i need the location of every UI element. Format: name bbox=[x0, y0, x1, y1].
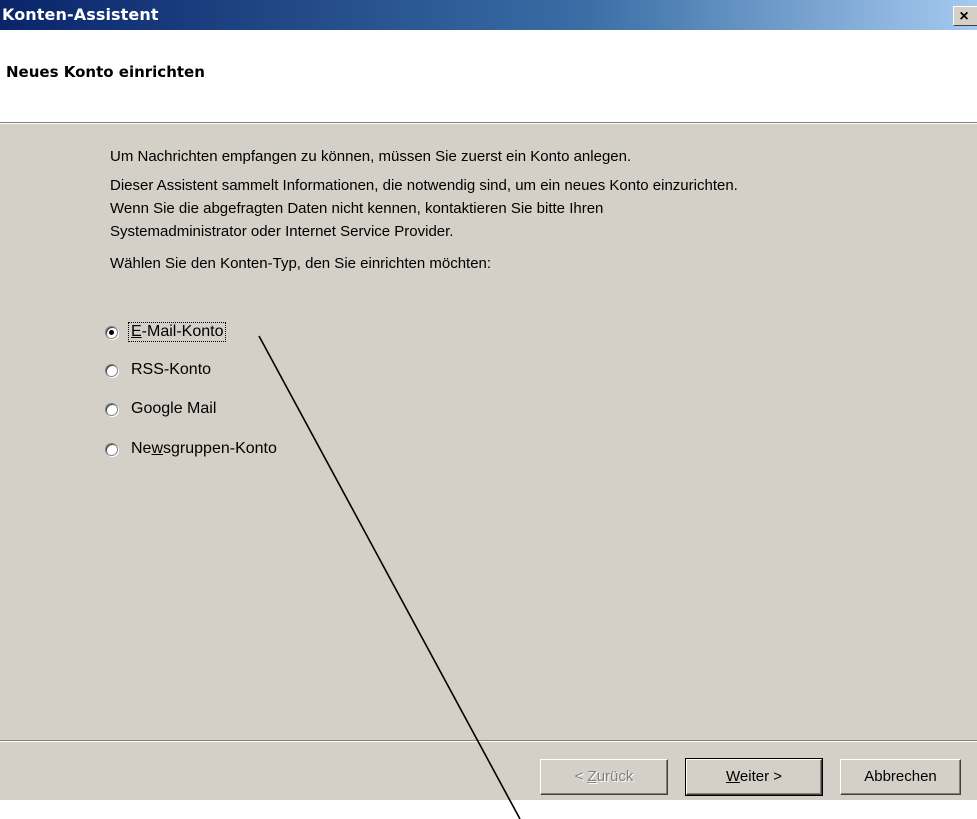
radio-label-google: Google Mail bbox=[131, 400, 217, 417]
intro-line-1: Um Nachrichten empfangen zu können, müss… bbox=[110, 148, 632, 165]
back-button[interactable]: < Zurück bbox=[540, 759, 668, 795]
radio-unselected-icon[interactable] bbox=[105, 442, 118, 456]
close-icon: × bbox=[959, 8, 969, 25]
radio-newsgroup-account[interactable]: Newsgruppen-Konto bbox=[105, 438, 279, 460]
radio-unselected-icon[interactable] bbox=[105, 402, 118, 416]
intro-line-3: Wenn Sie die abgefragten Daten nicht ken… bbox=[110, 200, 604, 217]
account-wizard-window: Konten-Assistent × Neues Konto einrichte… bbox=[0, 0, 977, 800]
radio-rss-account[interactable]: RSS-Konto bbox=[105, 359, 213, 381]
cancel-button[interactable]: Abbrechen bbox=[840, 759, 961, 795]
page-title: Neues Konto einrichten bbox=[6, 63, 205, 81]
window-title: Konten-Assistent bbox=[2, 5, 159, 24]
account-type-prompt: Wählen Sie den Konten-Typ, den Sie einri… bbox=[110, 255, 492, 272]
radio-label-email: E-Mail-Konto bbox=[127, 322, 227, 342]
button-separator bbox=[0, 740, 977, 742]
radio-label-newsgroup: Newsgruppen-Konto bbox=[131, 440, 277, 457]
intro-line-4: Systemadministrator oder Internet Servic… bbox=[110, 223, 454, 240]
radio-selected-icon[interactable] bbox=[105, 325, 118, 339]
intro-line-2: Dieser Assistent sammelt Informationen, … bbox=[110, 177, 738, 194]
title-bar: Konten-Assistent × bbox=[0, 0, 977, 30]
radio-google-mail[interactable]: Google Mail bbox=[105, 398, 218, 420]
radio-email-account[interactable]: E-Mail-Konto bbox=[105, 321, 227, 343]
wizard-header: Neues Konto einrichten bbox=[0, 30, 977, 123]
close-button[interactable]: × bbox=[953, 6, 977, 26]
radio-unselected-icon[interactable] bbox=[105, 363, 118, 377]
next-button[interactable]: Weiter > bbox=[685, 758, 823, 796]
radio-label-rss: RSS-Konto bbox=[131, 361, 212, 378]
